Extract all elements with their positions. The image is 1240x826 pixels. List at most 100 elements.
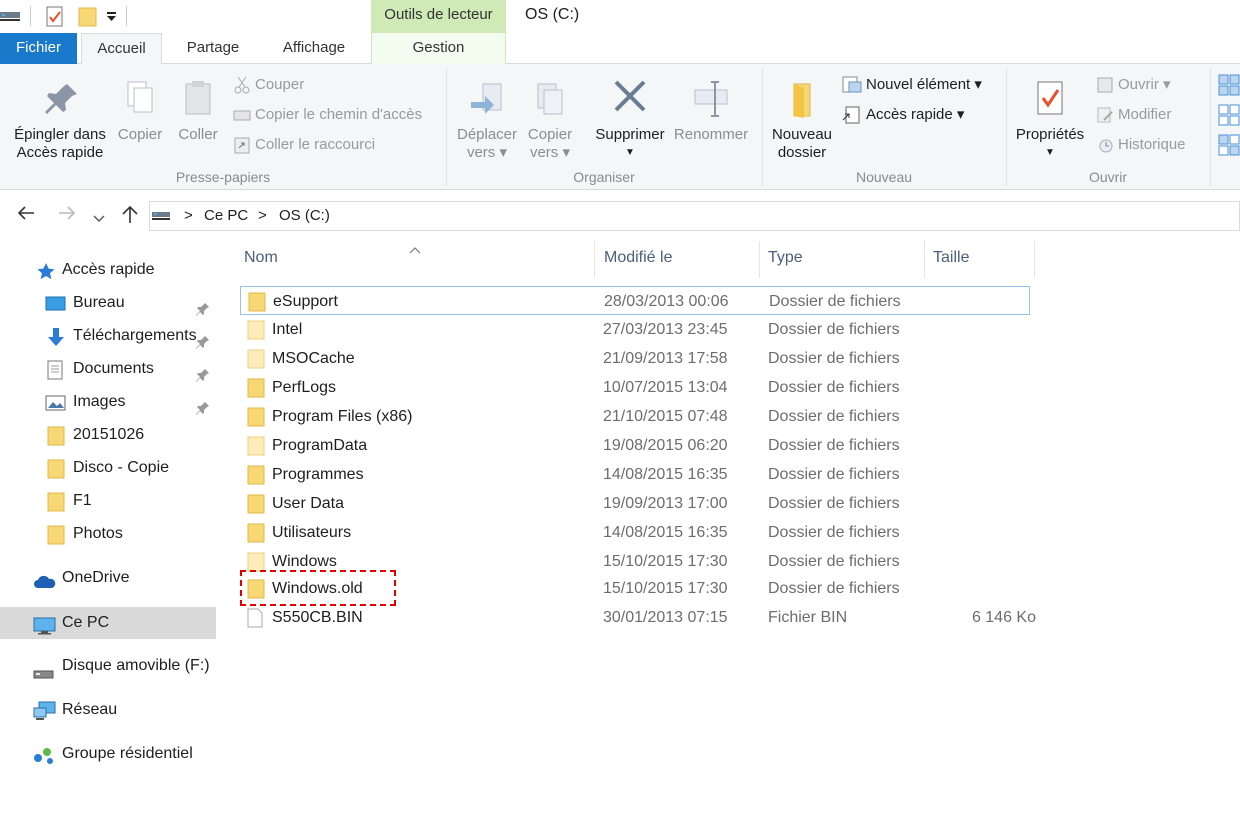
group-label-ouvrir: Ouvrir (1088, 169, 1128, 185)
column-header-taille[interactable]: Taille (933, 249, 969, 267)
pin-icon[interactable] (196, 363, 210, 384)
sidebar-item-documents[interactable]: Documents (0, 354, 216, 384)
sidebar-item-photos[interactable]: Photos (0, 519, 216, 549)
table-row[interactable]: MSOCache 21/09/2013 17:58 Dossier de fic… (240, 344, 1030, 373)
new-folder-icon[interactable] (78, 6, 98, 33)
recent-locations-chevron-icon[interactable] (93, 210, 105, 228)
table-row[interactable]: S550CB.BIN 30/01/2013 07:15 Fichier BIN … (240, 603, 1036, 632)
desktop-icon (45, 294, 67, 318)
paste-shortcut-button[interactable]: Coller le raccourci (233, 134, 375, 156)
properties-button[interactable]: Propriétés ▼ (1010, 78, 1090, 162)
tab-affichage[interactable]: Affichage (262, 33, 366, 64)
pin-icon[interactable] (196, 396, 210, 417)
tab-fichier[interactable]: Fichier (0, 33, 77, 64)
file-date: 10/07/2015 13:04 (603, 379, 728, 396)
forward-arrow-icon[interactable] (57, 205, 77, 226)
file-date: 30/01/2013 07:15 (603, 609, 728, 626)
table-row[interactable]: Program Files (x86) 21/10/2015 07:48 Dos… (240, 402, 1030, 431)
address-bar[interactable]: > Ce PC > OS (C:) (149, 201, 1240, 231)
chevron-down-icon[interactable] (106, 10, 118, 28)
tab-gestion[interactable]: Gestion (371, 33, 506, 64)
file-date: 19/08/2015 06:20 (603, 437, 728, 454)
copy-button[interactable]: Copier (114, 78, 166, 144)
properties-icon[interactable] (45, 6, 65, 33)
up-arrow-icon[interactable] (121, 204, 139, 229)
file-name: Windows (272, 553, 337, 570)
history-button[interactable]: Historique (1096, 134, 1186, 156)
sidebar-item-ce-pc[interactable]: Ce PC (0, 607, 216, 639)
sidebar-item-bureau[interactable]: Bureau (0, 288, 216, 318)
move-to-label-line1: Déplacer (456, 126, 518, 143)
table-row[interactable]: ProgramData 19/08/2015 06:20 Dossier de … (240, 431, 1030, 460)
pin-icon (6, 78, 114, 126)
new-item-icon (842, 76, 862, 93)
properties-label: Propriétés (1015, 126, 1085, 143)
properties-icon (1010, 78, 1090, 126)
breadcrumb-os-c[interactable]: OS (C:) (279, 207, 330, 224)
invert-selection-icon[interactable] (1218, 134, 1240, 161)
rename-button[interactable]: Renommer (672, 78, 750, 144)
paste-button[interactable]: Coller (172, 78, 224, 144)
new-item-button[interactable]: Nouvel élément ▾ (842, 74, 982, 96)
table-row[interactable]: Utilisateurs 14/08/2015 16:35 Dossier de… (240, 518, 1030, 547)
sidebar-item-label: Disco - Copie (73, 459, 170, 476)
back-arrow-icon[interactable] (16, 205, 36, 226)
copy-to-button[interactable]: Copier vers ▾ (522, 78, 578, 162)
sidebar-item-acces-rapide[interactable]: Accès rapide (0, 255, 216, 285)
edit-icon (1097, 107, 1113, 123)
sidebar-item-onedrive[interactable]: OneDrive (0, 563, 216, 593)
file-type: Dossier de fichiers (768, 466, 900, 483)
open-button[interactable]: Ouvrir ▾ (1096, 74, 1171, 96)
select-all-icon[interactable] (1218, 74, 1240, 101)
delete-dropdown-icon[interactable]: ▼ (590, 144, 670, 162)
sidebar-item-telechargements[interactable]: Téléchargements (0, 321, 216, 351)
file-name: Windows.old (272, 580, 363, 597)
copy-path-icon (233, 110, 251, 121)
sidebar-item-disque-amovible[interactable]: Disque amovible (F:) (0, 651, 216, 681)
table-row[interactable]: Windows 15/10/2015 17:30 Dossier de fich… (240, 547, 1030, 576)
tab-partage[interactable]: Partage (170, 33, 256, 64)
sidebar-item-f1[interactable]: F1 (0, 486, 216, 516)
sidebar-item-disco-copie[interactable]: Disco - Copie (0, 453, 216, 483)
file-date: 21/09/2013 17:58 (603, 350, 728, 367)
table-row[interactable]: Intel 27/03/2013 23:45 Dossier de fichie… (240, 315, 1030, 344)
copy-path-label: Copier le chemin d'accès (255, 106, 423, 123)
file-type: Dossier de fichiers (768, 379, 900, 396)
pin-label-line2: Accès rapide (16, 144, 104, 161)
file-name: ProgramData (272, 437, 368, 454)
tab-accueil[interactable]: Accueil (81, 33, 162, 65)
breadcrumb-ce-pc[interactable]: Ce PC (204, 207, 248, 224)
column-header-nom[interactable]: Nom (244, 249, 278, 267)
table-row[interactable]: PerfLogs 10/07/2015 13:04 Dossier de fic… (240, 373, 1030, 402)
paste-shortcut-label: Coller le raccourci (255, 136, 376, 153)
table-row[interactable]: eSupport 28/03/2013 00:06 Dossier de fic… (240, 286, 1030, 315)
pin-icon[interactable] (196, 330, 210, 351)
table-row[interactable]: User Data 19/09/2013 17:00 Dossier de fi… (240, 489, 1030, 518)
column-header-type[interactable]: Type (768, 249, 803, 267)
file-type: Dossier de fichiers (768, 437, 900, 454)
sidebar-item-20151026[interactable]: 20151026 (0, 420, 216, 450)
pin-icon[interactable] (196, 297, 210, 318)
delete-button[interactable]: Supprimer ▼ (590, 78, 670, 162)
sidebar-item-reseau[interactable]: Réseau (0, 695, 216, 725)
easy-access-button[interactable]: Accès rapide ▾ (842, 104, 964, 126)
sidebar-item-images[interactable]: Images (0, 387, 216, 417)
edit-button[interactable]: Modifier (1096, 104, 1171, 126)
table-row[interactable]: Windows.old 15/10/2015 17:30 Dossier de … (240, 574, 1030, 603)
cut-button[interactable]: Couper (233, 74, 304, 96)
pin-quick-access-button[interactable]: Épingler dans Accès rapide (6, 78, 114, 162)
sidebar-item-label: Disque amovible (F:) (62, 657, 210, 674)
new-folder-button[interactable]: Nouveau dossier (768, 78, 836, 162)
select-none-icon[interactable] (1218, 104, 1240, 131)
history-label: Historique (1118, 136, 1186, 153)
drive-icon[interactable] (0, 6, 22, 31)
column-header-modifie[interactable]: Modifié le (604, 249, 672, 267)
sidebar-item-groupe-residentiel[interactable]: Groupe résidentiel (0, 739, 216, 769)
properties-dropdown-icon[interactable]: ▼ (1010, 144, 1090, 162)
copy-path-button[interactable]: Copier le chemin d'accès (233, 104, 422, 126)
address-separator[interactable]: > (258, 207, 267, 224)
file-type: Dossier de fichiers (768, 495, 900, 512)
move-to-button[interactable]: Déplacer vers ▾ (452, 78, 522, 162)
table-row[interactable]: Programmes 14/08/2015 16:35 Dossier de f… (240, 460, 1030, 489)
address-separator[interactable]: > (184, 207, 193, 224)
